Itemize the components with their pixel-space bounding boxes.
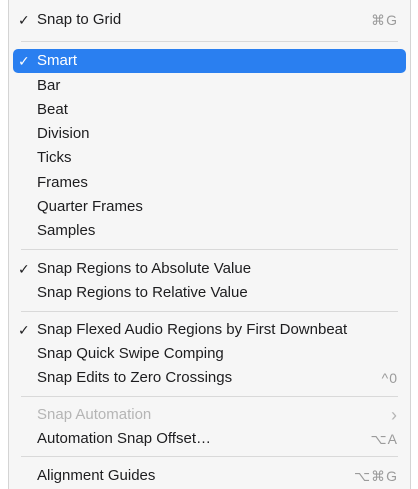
menu-item-label: Bar xyxy=(37,77,61,94)
menu-item-beat[interactable]: Beat xyxy=(9,98,410,122)
menu-item-snap-edits-zero-crossings[interactable]: Snap Edits to Zero Crossings ^0 xyxy=(9,366,410,390)
checkmark-icon: ✓ xyxy=(18,53,30,69)
menu-separator xyxy=(21,396,398,397)
menu-item-label: Samples xyxy=(37,222,96,239)
menu-item-label: Snap Regions to Relative Value xyxy=(37,284,248,301)
menu-item-label: Frames xyxy=(37,174,88,191)
menu-item-snap-to-grid[interactable]: ✓ Snap to Grid ⌘G xyxy=(9,8,410,32)
menu-item-alignment-guides[interactable]: Alignment Guides ⌥⌘G xyxy=(9,464,410,488)
menu-item-label: Automation Snap Offset… xyxy=(37,430,211,447)
menu-item-snap-quick-swipe[interactable]: Snap Quick Swipe Comping xyxy=(9,342,410,366)
menu-item-label: Beat xyxy=(37,101,68,118)
menu-item-label: Snap Quick Swipe Comping xyxy=(37,345,224,362)
menu-item-samples[interactable]: Samples xyxy=(9,219,410,243)
menu-item-label: Division xyxy=(37,125,90,142)
checkmark-icon: ✓ xyxy=(18,261,30,277)
checkmark-icon: ✓ xyxy=(18,12,30,28)
checkmark-icon: ✓ xyxy=(18,322,30,338)
menu-separator xyxy=(21,41,398,42)
menu-item-division[interactable]: Division xyxy=(9,122,410,146)
menu-item-frames[interactable]: Frames xyxy=(9,171,410,195)
keyboard-shortcut: ^0 xyxy=(381,370,398,386)
menu-separator xyxy=(21,311,398,312)
menu-item-label: Ticks xyxy=(37,149,72,166)
menu-item-quarter-frames[interactable]: Quarter Frames xyxy=(9,195,410,219)
menu-item-ticks[interactable]: Ticks xyxy=(9,146,410,170)
menu-separator xyxy=(21,456,398,457)
keyboard-shortcut: ⌥⌘G xyxy=(353,468,398,484)
menu-item-automation-snap-offset[interactable]: Automation Snap Offset… ⌥A xyxy=(9,427,410,451)
menu-item-label: Snap Flexed Audio Regions by First Downb… xyxy=(37,321,348,338)
menu-item-label: Snap to Grid xyxy=(37,11,122,28)
menu-item-bar[interactable]: Bar xyxy=(9,74,410,98)
menu-item-label: Alignment Guides xyxy=(37,467,156,484)
menu-item-label: Snap Automation xyxy=(37,406,152,423)
keyboard-shortcut: ⌘G xyxy=(371,12,398,28)
menu-item-snap-regions-absolute[interactable]: ✓ Snap Regions to Absolute Value xyxy=(9,257,410,281)
chevron-right-icon: › xyxy=(391,405,398,425)
snap-menu: ✓ Snap to Grid ⌘G ✓ Smart Bar Beat Divis… xyxy=(8,0,411,489)
menu-item-smart[interactable]: ✓ Smart xyxy=(13,49,406,73)
menu-item-snap-flexed-audio[interactable]: ✓ Snap Flexed Audio Regions by First Dow… xyxy=(9,318,410,342)
menu-item-label: Snap Edits to Zero Crossings xyxy=(37,369,233,386)
menu-item-label: Quarter Frames xyxy=(37,198,143,215)
menu-item-snap-regions-relative[interactable]: Snap Regions to Relative Value xyxy=(9,281,410,305)
menu-separator xyxy=(21,249,398,250)
menu-item-label: Smart xyxy=(37,52,78,69)
menu-item-snap-automation[interactable]: Snap Automation › xyxy=(9,403,410,427)
menu-item-label: Snap Regions to Absolute Value xyxy=(37,260,252,277)
keyboard-shortcut: ⌥A xyxy=(370,431,398,447)
